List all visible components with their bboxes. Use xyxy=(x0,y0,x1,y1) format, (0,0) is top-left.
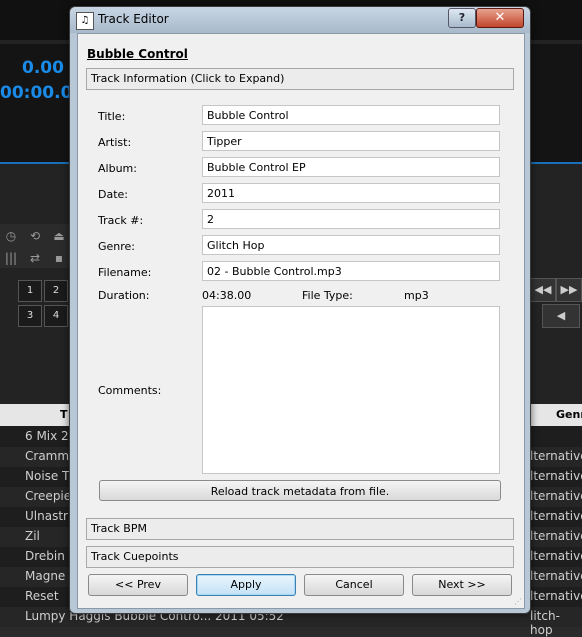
help-button[interactable]: ? xyxy=(448,8,476,28)
record-title: Bubble Control xyxy=(87,47,188,61)
prev-button[interactable]: << Prev xyxy=(88,574,188,596)
bg-column-title[interactable]: T xyxy=(60,408,68,421)
bg-lock-icon[interactable]: ▪ xyxy=(50,250,68,266)
next-button[interactable]: Next >> xyxy=(412,574,512,596)
reload-metadata-button[interactable]: Reload track metadata from file. xyxy=(99,480,501,501)
list-item-title: Zil xyxy=(25,529,40,543)
duration-value: 04:38.00 xyxy=(202,289,252,302)
app-icon: ♫ xyxy=(76,12,94,30)
track-number-label: Track #: xyxy=(98,214,144,227)
comments-label: Comments: xyxy=(98,384,162,397)
list-item-title: 6 Mix 2 xyxy=(25,429,69,443)
title-field[interactable] xyxy=(202,105,500,125)
album-label: Album: xyxy=(98,162,137,175)
close-button[interactable]: ✕ xyxy=(476,8,524,28)
bg-hotcue-4-button[interactable]: 4 xyxy=(44,305,68,327)
list-item-title: Reset xyxy=(25,589,59,603)
bg-repeat-icon[interactable]: ⟲ xyxy=(26,228,44,244)
filename-label: Filename: xyxy=(98,266,152,279)
dialog-title: Track Editor xyxy=(98,12,169,26)
track-cuepoints-section-header[interactable]: Track Cuepoints xyxy=(86,546,514,568)
duration-label: Duration: xyxy=(98,289,150,302)
list-item-title: Noise T xyxy=(25,469,70,483)
bg-time-readout: 0.00 xyxy=(22,58,64,78)
bg-controls-panel: ◷ ⟲ ⏏ ||| ⇄ ▪ xyxy=(0,224,70,268)
bg-eject-icon[interactable]: ⏏ xyxy=(50,228,68,244)
list-item-title: Ulnastr xyxy=(25,509,68,523)
track-cuepoints-section-label: Track Cuepoints xyxy=(91,550,179,563)
track-info-section-label: Track Information (Click to Expand) xyxy=(91,72,285,85)
date-label: Date: xyxy=(98,188,128,201)
apply-button[interactable]: Apply xyxy=(196,574,296,596)
list-item-title: Creepie xyxy=(25,489,72,503)
genre-label: Genre: xyxy=(98,240,136,253)
filetype-label: File Type: xyxy=(302,289,353,302)
dialog-body: Bubble Control Track Information (Click … xyxy=(77,33,525,609)
bg-rewind-icon[interactable]: ◀◀ xyxy=(530,278,556,302)
bg-bars-icon[interactable]: ||| xyxy=(2,250,20,266)
dialog-title-bar[interactable]: ♫ Track Editor ? ✕ xyxy=(70,7,530,33)
filename-field[interactable] xyxy=(202,261,500,281)
list-item-genre: lternative xyxy=(530,549,582,563)
album-field[interactable] xyxy=(202,157,500,177)
bg-column-genre[interactable]: Genre xyxy=(556,408,582,421)
list-item-genre: lternative xyxy=(530,489,582,503)
date-field[interactable] xyxy=(202,183,500,203)
list-item-genre: lternative xyxy=(530,449,582,463)
list-item-genre: litch-hop xyxy=(530,609,560,637)
track-bpm-section-label: Track BPM xyxy=(91,522,147,535)
track-info-section-header[interactable]: Track Information (Click to Expand) xyxy=(86,68,514,90)
cancel-button[interactable]: Cancel xyxy=(304,574,404,596)
bg-back-icon[interactable]: ◀ xyxy=(542,304,580,328)
bg-hotcue-1-button[interactable]: 1 xyxy=(18,280,42,302)
bg-sync-icon[interactable]: ⇄ xyxy=(26,250,44,266)
resize-grip-icon[interactable]: ⋰ xyxy=(514,598,522,606)
list-item-genre: lternative xyxy=(530,529,582,543)
bg-hotcue-3-button[interactable]: 3 xyxy=(18,305,42,327)
bg-fastforward-icon[interactable]: ▶▶ xyxy=(556,278,582,302)
list-item-genre: lternative xyxy=(530,509,582,523)
genre-field[interactable] xyxy=(202,235,500,255)
track-editor-dialog: ♫ Track Editor ? ✕ Bubble Control Track … xyxy=(69,6,531,614)
title-label: Title: xyxy=(98,110,126,123)
list-item-genre: lternative xyxy=(530,569,582,583)
artist-label: Artist: xyxy=(98,136,132,149)
list-item-title: Cramm xyxy=(25,449,70,463)
track-bpm-section-header[interactable]: Track BPM xyxy=(86,518,514,540)
comments-textarea[interactable] xyxy=(202,306,500,474)
bg-clock-icon[interactable]: ◷ xyxy=(2,228,20,244)
list-item-title: Magne xyxy=(25,569,66,583)
list-item-title: Drebin xyxy=(25,549,65,563)
bg-hotcue-2-button[interactable]: 2 xyxy=(44,280,68,302)
track-number-field[interactable] xyxy=(202,209,500,229)
list-item-genre: lternative xyxy=(530,589,582,603)
filetype-value: mp3 xyxy=(404,289,429,302)
artist-field[interactable] xyxy=(202,131,500,151)
list-item-genre: lternative xyxy=(530,469,582,483)
